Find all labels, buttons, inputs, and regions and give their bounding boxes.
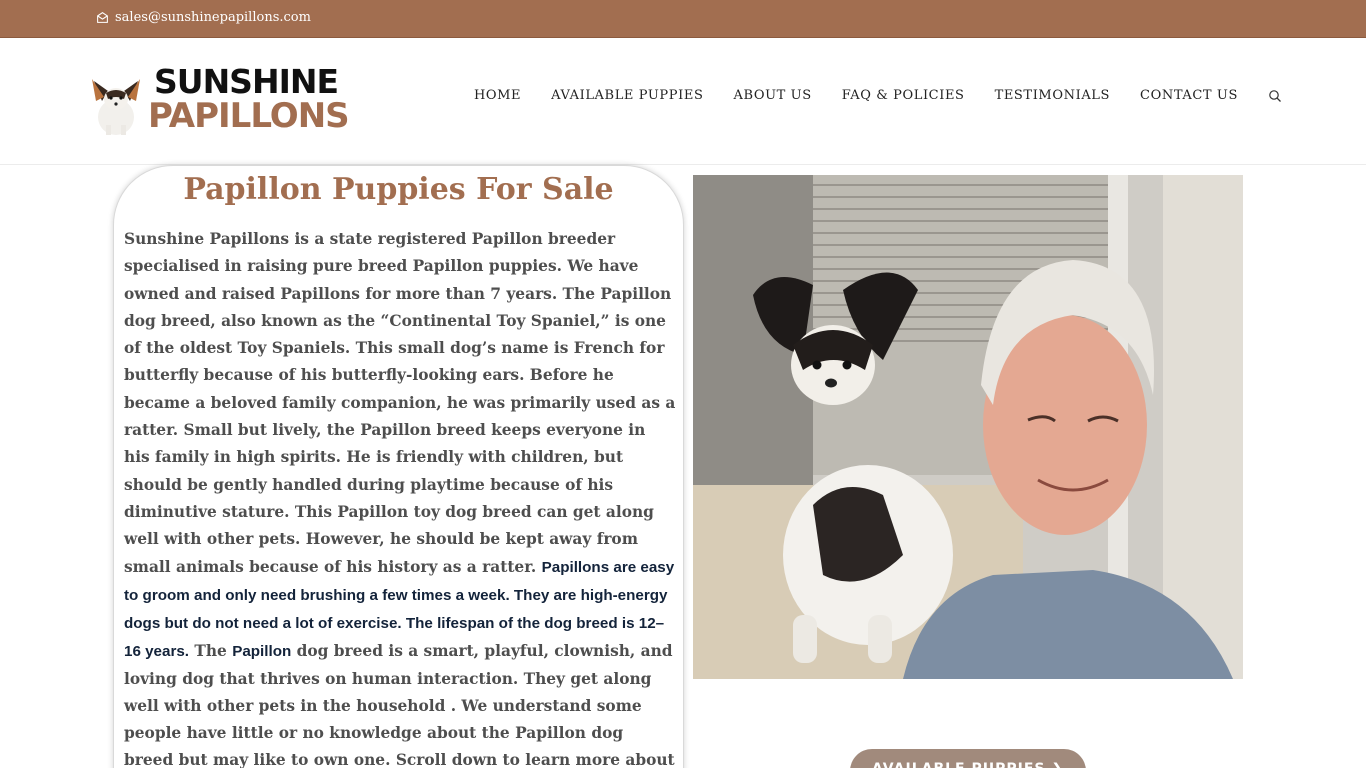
breeder-with-papillon-photo <box>693 175 1243 679</box>
nav-contact-us[interactable]: CONTACT US <box>1140 88 1238 103</box>
nav-home[interactable]: HOME <box>474 88 521 103</box>
page-title: Papillon Puppies For Sale <box>183 172 614 207</box>
nav-testimonials[interactable]: TESTIMONIALS <box>995 88 1110 103</box>
logo-text-sunshine: SUNSHINE <box>154 62 339 101</box>
intro-paragraph: Sunshine Papillons is a state registered… <box>124 230 676 576</box>
available-puppies-button[interactable]: AVAILABLE PUPPIES ❯ <box>850 749 1086 768</box>
top-bar: sales@sunshinepapillons.com <box>0 0 1366 38</box>
email-link[interactable]: sales@sunshinepapillons.com <box>96 10 311 25</box>
site-logo[interactable]: SUNSHINE PAPILLONS <box>86 65 350 139</box>
breed-text-rest: dog breed is a smart, playful, clownish,… <box>124 641 675 768</box>
nav-about-us[interactable]: ABOUT US <box>733 88 811 103</box>
breed-text-start: The <box>194 641 227 660</box>
papillon-logo-icon <box>92 79 140 135</box>
search-icon[interactable] <box>1268 89 1282 103</box>
email-text: sales@sunshinepapillons.com <box>115 10 311 25</box>
intro-text: Sunshine Papillons is a state registered… <box>124 226 676 768</box>
intro-card: Papillon Puppies For Sale Sunshine Papil… <box>113 165 684 768</box>
nav-faq-policies[interactable]: FAQ & POLICIES <box>842 88 965 103</box>
logo-text-papillons: PAPILLONS <box>148 96 350 136</box>
nav-available-puppies[interactable]: AVAILABLE PUPPIES <box>551 88 703 103</box>
main-nav: HOME AVAILABLE PUPPIES ABOUT US FAQ & PO… <box>474 88 1282 103</box>
envelope-icon <box>97 11 108 23</box>
breed-highlight: Papillon <box>232 642 292 660</box>
site-header: SUNSHINE PAPILLONS HOME AVAILABLE PUPPIE… <box>0 39 1366 165</box>
